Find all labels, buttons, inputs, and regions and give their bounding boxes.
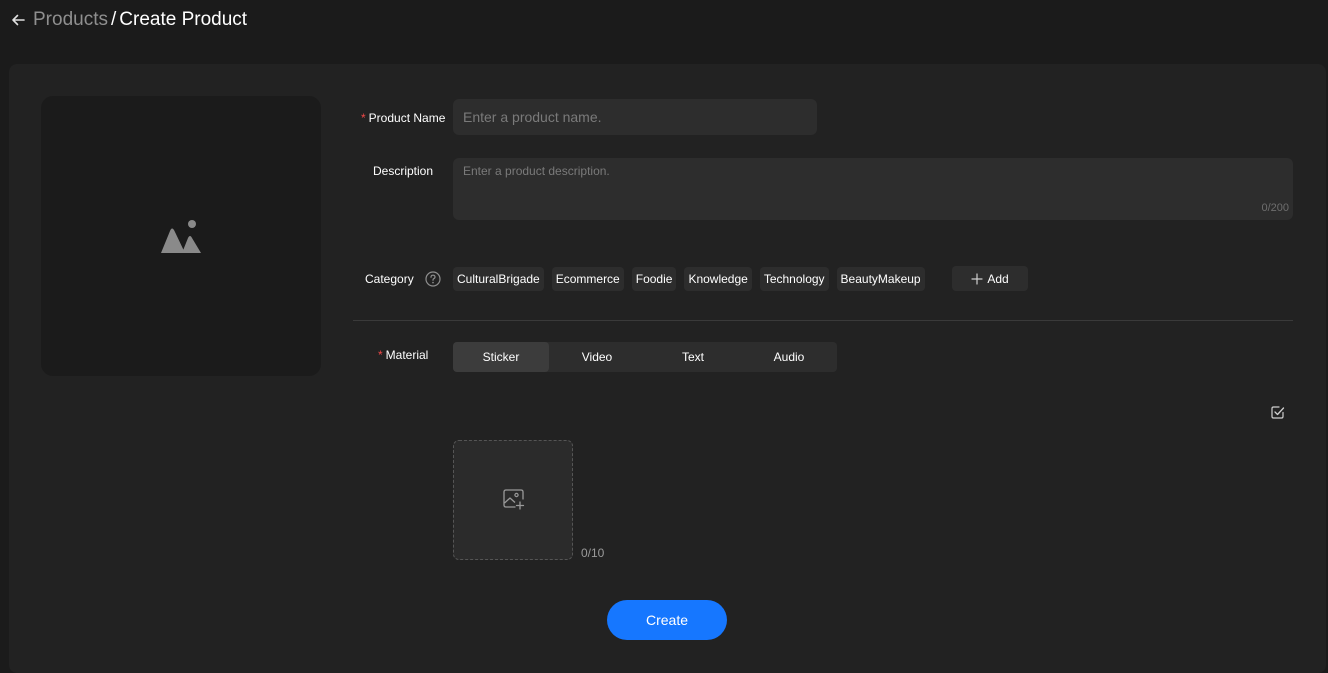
image-add-icon [503,489,525,510]
breadcrumb-separator: / [110,9,117,30]
tab-text[interactable]: Text [645,342,741,372]
plus-icon [971,272,983,285]
product-name-input[interactable] [453,99,817,135]
material-upload-area[interactable] [453,440,573,560]
required-mark: * [361,111,366,125]
arrow-left-icon[interactable] [10,12,26,28]
category-label: Category [365,272,414,286]
category-tag-foodie[interactable]: Foodie [631,267,677,291]
required-mark: * [378,348,383,362]
description-textarea[interactable] [453,158,1293,220]
tab-audio[interactable]: Audio [741,342,837,372]
category-tag-knowledge[interactable]: Knowledge [684,267,752,291]
add-category-label: Add [987,271,1009,286]
breadcrumb: Products / Create Product [33,8,247,32]
add-category-button[interactable]: Add [952,266,1028,291]
image-placeholder-icon [161,220,201,253]
page-header: Products / Create Product [0,0,1328,40]
product-name-label: * Product Name [361,110,445,126]
description-label: Description [373,164,434,178]
upload-counter: 0/10 [581,546,605,560]
description-char-counter: 0/200 [1261,202,1289,214]
category-tag-beautymakeup[interactable]: BeautyMakeup [836,267,925,291]
category-tags: CulturalBrigade Ecommerce Foodie Knowled… [453,267,925,291]
section-divider [353,320,1293,321]
category-tag-culturalbrigade[interactable]: CulturalBrigade [453,267,544,291]
page-title: Create Product [119,9,248,30]
category-tag-ecommerce[interactable]: Ecommerce [551,267,624,291]
tab-sticker[interactable]: Sticker [453,342,549,372]
category-tag-technology[interactable]: Technology [759,267,829,291]
checkbox-select-icon[interactable] [1270,405,1285,420]
product-name-label-text: Product Name [368,111,446,125]
question-circle-icon[interactable] [425,271,441,287]
tab-video[interactable]: Video [549,342,645,372]
material-label-text: Material [385,348,429,362]
material-type-tabs: Sticker Video Text Audio [453,342,837,372]
breadcrumb-products-link[interactable]: Products [33,9,108,30]
create-button[interactable]: Create [607,600,727,640]
material-label: * Material [378,347,428,363]
